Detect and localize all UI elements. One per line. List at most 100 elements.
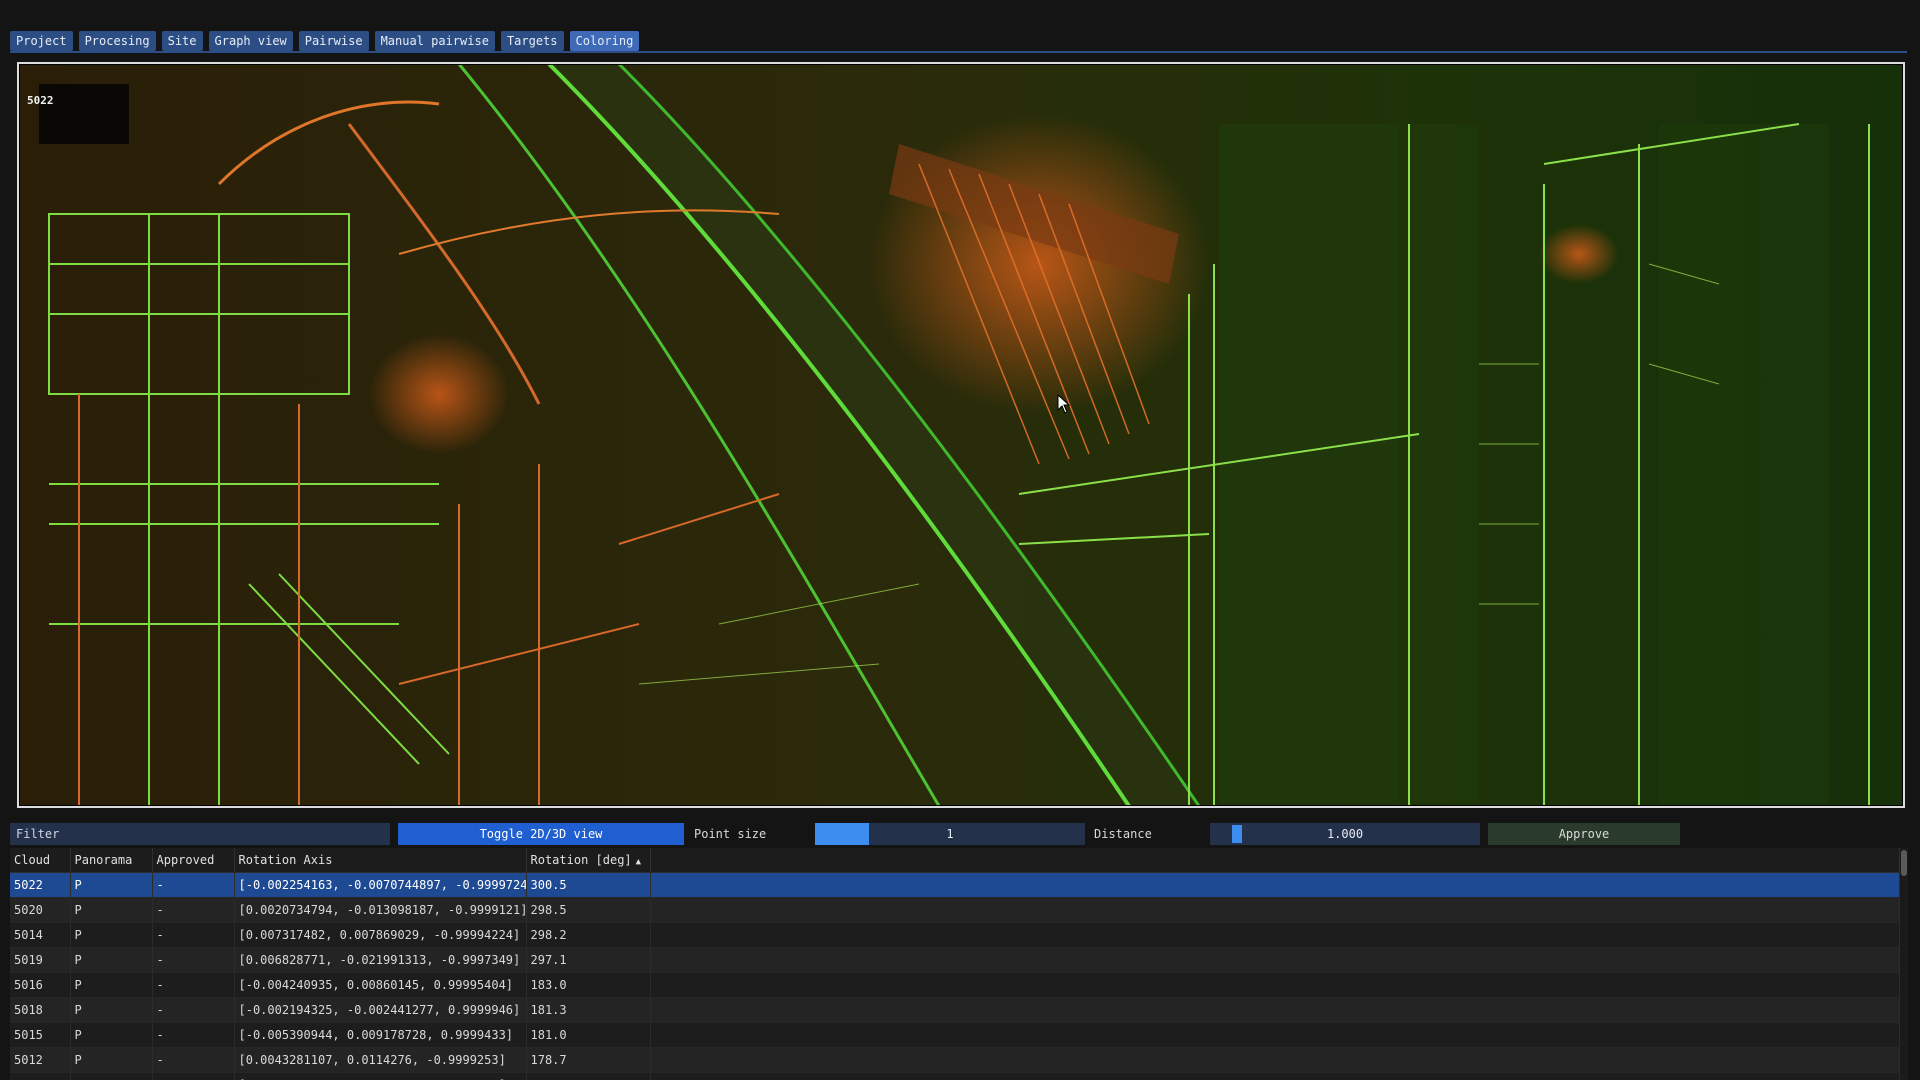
cell-rotation-deg: 300.5	[526, 872, 651, 898]
table-scrollbar-thumb[interactable]	[1901, 850, 1907, 876]
column-header-panorama-label: Panorama	[74, 853, 133, 867]
cell-rotation-axis: [0.029540755, -0.005748647, 0.999547]	[234, 1072, 527, 1080]
cell-panorama: P	[70, 872, 153, 898]
cloud-table-container: Cloud Panorama Approved Rotation Axis Ro…	[10, 848, 1908, 1080]
cell-filler	[650, 1047, 1900, 1073]
cell-panorama: P	[70, 972, 153, 998]
table-body: 5022 P - [-0.002254163, -0.0070744897, -0.9…	[10, 872, 1900, 1080]
distance-value: 1.000	[1326, 827, 1364, 841]
tab-targets[interactable]: Targets	[500, 31, 564, 51]
table-row[interactable]: 5019 P - [0.006828771, -0.021991313, -0.999…	[10, 947, 1900, 973]
cell-approved: -	[152, 997, 235, 1023]
column-header-rotation-axis-label: Rotation Axis	[238, 853, 333, 867]
column-header-rotation-deg-label: Rotation [deg]	[530, 853, 632, 867]
cell-rotation-axis: [0.0020734794, -0.013098187, -0.9999121]	[234, 897, 527, 923]
cell-rotation-deg: 298.5	[526, 897, 651, 923]
cell-approved: -	[152, 872, 235, 898]
controls-bar: Toggle 2D/3D view Point size 1 Distance …	[10, 823, 1910, 845]
cell-rotation-axis: [-0.002254163, -0.0070744897, -0.9999724	[234, 872, 527, 898]
cell-filler	[650, 947, 1900, 973]
distance-label: Distance	[1094, 827, 1152, 841]
cell-approved: -	[152, 922, 235, 948]
cell-approved: -	[152, 1072, 235, 1080]
cell-rotation-axis: [0.006828771, -0.021991313, -0.9997349]	[234, 947, 527, 973]
cell-panorama: P	[70, 997, 153, 1023]
tab-bar: Project Procesing Site Graph view Pairwise Ma…	[10, 31, 640, 51]
cell-cloud: 5020	[10, 897, 71, 923]
column-header-rotation-axis[interactable]: Rotation Axis	[234, 848, 527, 873]
table-row[interactable]: 5020 P - [0.0020734794, -0.013098187, -0.99…	[10, 897, 1900, 923]
distance-slider[interactable]: 1.000	[1210, 823, 1480, 845]
cell-approved: -	[152, 1047, 235, 1073]
cell-rotation-axis: [-0.004240935, 0.00860145, 0.99995404]	[234, 972, 527, 998]
cell-rotation-axis: [0.0043281107, 0.0114276, -0.9999253]	[234, 1047, 527, 1073]
tab-graph-view[interactable]: Graph view	[208, 31, 293, 51]
sort-ascending-icon: ▲	[635, 857, 642, 867]
approve-button[interactable]: Approve	[1488, 823, 1680, 845]
column-header-cloud[interactable]: Cloud	[10, 848, 71, 873]
cell-cloud: 5018	[10, 997, 71, 1023]
cell-filler	[650, 1072, 1900, 1080]
cell-panorama: P	[70, 1072, 153, 1080]
mouse-cursor-icon	[1057, 394, 1071, 414]
column-header-approved[interactable]: Approved	[152, 848, 235, 873]
cell-cloud: 5016	[10, 972, 71, 998]
cell-rotation-deg: 178.7	[526, 1047, 651, 1073]
column-header-panorama[interactable]: Panorama	[70, 848, 153, 873]
cell-panorama: P	[70, 1047, 153, 1073]
point-size-slider[interactable]: 1	[815, 823, 1085, 845]
cell-rotation-deg: 181.3	[526, 997, 651, 1023]
cell-panorama: P	[70, 1022, 153, 1048]
cell-rotation-axis: [-0.002194325, -0.002441277, 0.9999946]	[234, 997, 527, 1023]
table-scrollbar[interactable]	[1900, 848, 1908, 1080]
cell-panorama: P	[70, 947, 153, 973]
tab-manual-pairwise[interactable]: Manual pairwise	[374, 31, 495, 51]
cloud-table: Cloud Panorama Approved Rotation Axis Ro…	[10, 848, 1900, 1080]
cell-cloud: 5014	[10, 922, 71, 948]
cell-approved: -	[152, 1022, 235, 1048]
cloud-id-label: 5022	[27, 94, 54, 107]
cell-filler	[650, 972, 1900, 998]
cell-cloud: 5012	[10, 1047, 71, 1073]
filter-input[interactable]	[10, 823, 390, 845]
cell-filler	[650, 1022, 1900, 1048]
cell-approved: -	[152, 897, 235, 923]
cell-rotation-deg: 298.2	[526, 922, 651, 948]
table-row[interactable]: 5010P-[0.029540755, -0.005748647, 0.9995…	[10, 1072, 1900, 1080]
cell-rotation-axis: [-0.005390944, 0.009178728, 0.9999433]	[234, 1022, 527, 1048]
table-row[interactable]: 5018 P - [-0.002194325, -0.002441277, 0.999…	[10, 997, 1900, 1023]
table-row[interactable]: 5015 P - [-0.005390944, 0.009178728, 0.9999…	[10, 1022, 1900, 1048]
cell-rotation-deg: 181.0	[526, 1022, 651, 1048]
table-row[interactable]: 5016 P - [-0.004240935, 0.00860145, 0.99995…	[10, 972, 1900, 998]
cell-cloud: 5015	[10, 1022, 71, 1048]
cell-rotation-deg: 297.1	[526, 947, 651, 973]
cell-cloud: 5019	[10, 947, 71, 973]
point-cloud-render	[19, 64, 1903, 806]
point-size-label: Point size	[694, 827, 767, 841]
tab-pairwise[interactable]: Pairwise	[298, 31, 369, 51]
cell-cloud: 5010	[10, 1072, 71, 1080]
cell-rotation-deg: 178.4	[526, 1072, 651, 1080]
column-header-filler	[650, 848, 1900, 873]
column-header-cloud-label: Cloud	[14, 853, 51, 867]
cell-filler	[650, 872, 1900, 898]
point-size-value: 1	[946, 827, 954, 841]
tab-underline	[10, 51, 1907, 53]
table-row[interactable]: 5012 P - [0.0043281107, 0.0114276, -0.99992…	[10, 1047, 1900, 1073]
toggle-2d-3d-button[interactable]: Toggle 2D/3D view	[398, 823, 684, 845]
cell-filler	[650, 897, 1900, 923]
tab-site[interactable]: Site	[161, 31, 203, 51]
cell-filler	[650, 997, 1900, 1023]
tab-project[interactable]: Project	[10, 31, 73, 51]
cell-rotation-deg: 183.0	[526, 972, 651, 998]
tab-procesing[interactable]: Procesing	[78, 31, 156, 51]
cell-approved: -	[152, 972, 235, 998]
cell-filler	[650, 922, 1900, 948]
table-row[interactable]: 5022 P - [-0.002254163, -0.0070744897, -0.9…	[10, 872, 1900, 898]
cell-panorama: P	[70, 897, 153, 923]
table-row[interactable]: 5014 P - [0.007317482, 0.007869029, -0.9999…	[10, 922, 1900, 948]
cell-approved: -	[152, 947, 235, 973]
column-header-rotation-deg[interactable]: Rotation [deg] ▲	[526, 848, 651, 873]
tab-coloring[interactable]: Coloring	[569, 31, 640, 51]
point-cloud-viewport[interactable]: 5022	[17, 62, 1905, 808]
